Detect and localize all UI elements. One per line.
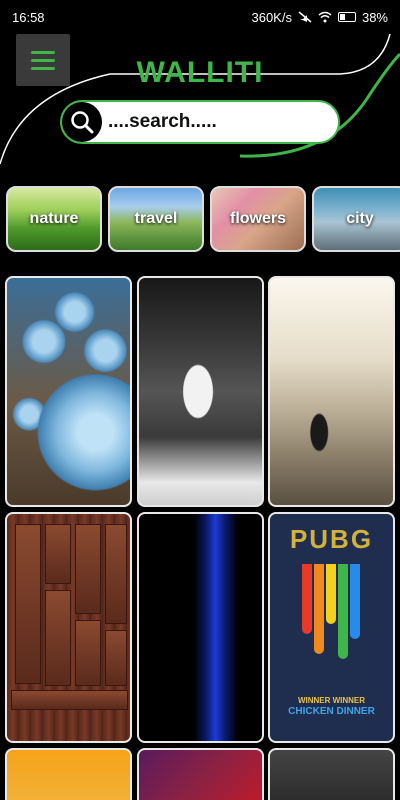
category-flowers[interactable]: flowers — [210, 186, 306, 252]
search-input[interactable] — [108, 111, 328, 133]
wallpaper-thumbnail[interactable] — [5, 512, 132, 743]
wallpaper-thumbnail[interactable] — [268, 276, 395, 507]
wallpaper-caption-line1: WINNER WINNER — [297, 696, 366, 705]
battery-icon — [337, 12, 356, 22]
category-label: travel — [134, 210, 178, 227]
category-travel[interactable]: travel — [108, 186, 204, 252]
app-title: WALLITI — [136, 56, 264, 89]
network-speed: 360K/s — [251, 9, 292, 25]
search-icon[interactable] — [62, 102, 102, 142]
category-label: city — [346, 210, 374, 227]
category-label: flowers — [229, 210, 286, 227]
wallpaper-thumbnail[interactable] — [5, 748, 132, 800]
wallpaper-grid: PUBG WINNER WINNER CHICKEN DINNER — [0, 270, 400, 800]
wallpaper-thumbnail[interactable] — [5, 276, 132, 507]
wallpaper-thumbnail[interactable]: PUBG WINNER WINNER CHICKEN DINNER — [268, 512, 395, 743]
search-bar[interactable] — [60, 100, 340, 144]
category-city[interactable]: city — [312, 186, 400, 252]
wallpaper-thumbnail[interactable] — [137, 748, 264, 800]
battery-percent: 38% — [361, 9, 388, 25]
hamburger-menu-icon — [31, 50, 55, 54]
wallpaper-thumbnail[interactable] — [268, 748, 395, 800]
wallpaper-caption-line2: CHICKEN DINNER — [288, 706, 375, 717]
status-bar: 16:58 360K/s 38% — [0, 0, 400, 34]
status-time: 16:58 — [12, 9, 45, 25]
status-right: 360K/s 38% — [251, 10, 388, 25]
category-nature[interactable]: nature — [6, 186, 102, 252]
mute-icon — [298, 11, 312, 23]
pubg-logo-text: PUBG — [289, 524, 374, 554]
category-label: nature — [29, 210, 79, 227]
wallpaper-thumbnail[interactable] — [137, 276, 264, 507]
wallpaper-thumbnail[interactable] — [137, 512, 264, 743]
header: WALLITI — [0, 34, 400, 166]
category-list: nature travel flowers city — [0, 186, 400, 256]
wifi-icon — [318, 11, 332, 23]
